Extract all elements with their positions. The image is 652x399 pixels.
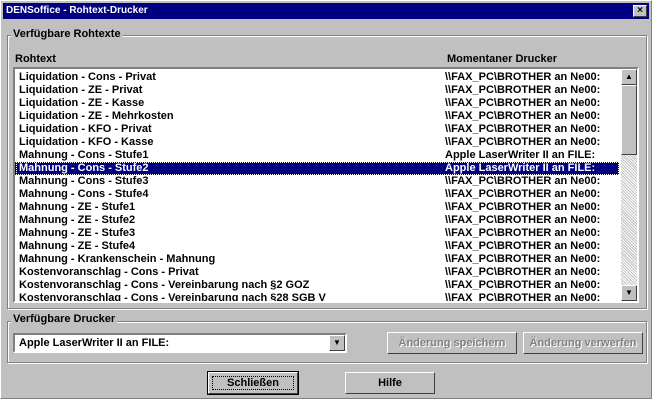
close-icon[interactable]: × xyxy=(633,5,647,17)
printer-cell: \\FAX_PC\BROTHER an Ne00: xyxy=(445,214,601,226)
list-item[interactable]: Mahnung - ZE - Stufe4 \\FAX_PC\BROTHER an… xyxy=(15,240,619,253)
printer-cell: \\FAX_PC\BROTHER an Ne00: xyxy=(445,84,601,96)
window-title: DENSoffice - Rohtext-Drucker xyxy=(6,5,148,16)
list-item[interactable]: Mahnung - Krankenschein - Mahnung \\FAX_P… xyxy=(15,253,619,266)
printer-cell: \\FAX_PC\BROTHER an Ne00: xyxy=(445,110,601,122)
printer-cell: \\FAX_PC\BROTHER an Ne00: xyxy=(445,266,601,278)
rohtext-cell: Mahnung - ZE - Stufe4 xyxy=(19,240,136,252)
rohtext-cell: Liquidation - KFO - Kasse xyxy=(19,136,154,148)
printer-cell: \\FAX_PC\BROTHER an Ne00: xyxy=(445,279,601,291)
rohtext-cell: Liquidation - ZE - Kasse xyxy=(19,97,145,109)
save-changes-button[interactable]: Änderung speichern xyxy=(387,332,517,354)
rohtext-cell: Mahnung - ZE - Stufe3 xyxy=(19,227,136,239)
scroll-up-icon[interactable]: ▲ xyxy=(621,69,637,85)
list-item[interactable]: Mahnung - ZE - Stufe3 \\FAX_PC\BROTHER an… xyxy=(15,227,619,240)
list-item[interactable]: Mahnung - Cons - Stufe1 Apple LaserWriter… xyxy=(15,149,619,162)
drucker-group-title: Verfügbare Drucker xyxy=(11,313,118,325)
column-header-drucker: Momentaner Drucker xyxy=(447,53,558,65)
printer-cell: \\FAX_PC\BROTHER an Ne00: xyxy=(445,97,601,109)
list-item[interactable]: Mahnung - ZE - Stufe2 \\FAX_PC\BROTHER an… xyxy=(15,214,619,227)
list-item[interactable]: Mahnung - Cons - Stufe4 \\FAX_PC\BROTHER … xyxy=(15,188,619,201)
vertical-scrollbar[interactable]: ▲ ▼ xyxy=(621,69,637,301)
rohtexte-group-title: Verfügbare Rohtexte xyxy=(11,28,123,40)
rohtext-cell: Liquidation - ZE - Mehrkosten xyxy=(19,110,174,122)
list-item[interactable]: Liquidation - KFO - Privat \\FAX_PC\BROTH… xyxy=(15,123,619,136)
rohtext-cell: Kostenvoranschlag - Cons - Vereinbarung … xyxy=(19,279,310,291)
printer-select[interactable]: Apple LaserWriter II an FILE: ▼ xyxy=(13,333,347,353)
list-item[interactable]: Kostenvoranschlag - Cons - Vereinbarung … xyxy=(15,279,619,292)
rohtext-cell: Mahnung - Krankenschein - Mahnung xyxy=(19,253,216,265)
chevron-down-icon[interactable]: ▼ xyxy=(329,335,345,351)
rohtext-cell: Mahnung - ZE - Stufe2 xyxy=(19,214,136,226)
rohtext-cell: Kostenvoranschlag - Cons - Privat xyxy=(19,266,199,278)
scroll-thumb[interactable] xyxy=(621,85,637,155)
printer-cell: \\FAX_PC\BROTHER an Ne00: xyxy=(445,136,601,148)
printer-cell: Apple LaserWriter II an FILE: xyxy=(445,162,596,174)
list-item[interactable]: Liquidation - Cons - Privat \\FAX_PC\BROT… xyxy=(15,71,619,84)
rohtext-cell: Mahnung - ZE - Stufe1 xyxy=(19,201,136,213)
rohtext-cell: Mahnung - Cons - Stufe3 xyxy=(19,175,149,187)
printer-select-value: Apple LaserWriter II an FILE: xyxy=(19,337,170,349)
rohtext-cell: Liquidation - Cons - Privat xyxy=(19,71,156,83)
rohtext-cell: Mahnung - Cons - Stufe2 xyxy=(19,162,149,174)
rohtext-cell: Liquidation - ZE - Privat xyxy=(19,84,143,96)
list-item[interactable]: Mahnung - Cons - Stufe2 Apple LaserWriter… xyxy=(15,162,619,175)
list-item[interactable]: Kostenvoranschlag - Cons - Vereinbarung … xyxy=(15,292,619,303)
printer-cell: Apple LaserWriter II an FILE: xyxy=(445,149,596,161)
rohtext-cell: Mahnung - Cons - Stufe4 xyxy=(19,188,149,200)
discard-changes-button[interactable]: Änderung verwerfen xyxy=(523,332,643,354)
printer-cell: \\FAX_PC\BROTHER an Ne00: xyxy=(445,240,601,252)
close-button[interactable]: Schließen xyxy=(207,371,299,395)
rohtext-list[interactable]: Liquidation - Cons - Privat \\FAX_PC\BROT… xyxy=(13,67,639,303)
help-button[interactable]: Hilfe xyxy=(345,372,435,394)
title-bar[interactable]: DENSoffice - Rohtext-Drucker × xyxy=(3,3,649,19)
printer-cell: \\FAX_PC\BROTHER an Ne00: xyxy=(445,253,601,265)
rohtext-cell: Kostenvoranschlag - Cons - Vereinbarung … xyxy=(19,292,326,303)
printer-cell: \\FAX_PC\BROTHER an Ne00: xyxy=(445,123,601,135)
list-item[interactable]: Mahnung - Cons - Stufe3 \\FAX_PC\BROTHER … xyxy=(15,175,619,188)
scroll-down-icon[interactable]: ▼ xyxy=(621,285,637,301)
list-item[interactable]: Mahnung - ZE - Stufe1 \\FAX_PC\BROTHER an… xyxy=(15,201,619,214)
list-item[interactable]: Liquidation - ZE - Privat \\FAX_PC\BROTHE… xyxy=(15,84,619,97)
printer-cell: \\FAX_PC\BROTHER an Ne00: xyxy=(445,227,601,239)
printer-cell: \\FAX_PC\BROTHER an Ne00: xyxy=(445,71,601,83)
rohtext-cell: Liquidation - KFO - Privat xyxy=(19,123,152,135)
list-item[interactable]: Liquidation - ZE - Mehrkosten \\FAX_PC\BR… xyxy=(15,110,619,123)
printer-cell: \\FAX_PC\BROTHER an Ne00: xyxy=(445,201,601,213)
list-item[interactable]: Liquidation - KFO - Kasse \\FAX_PC\BROTHE… xyxy=(15,136,619,149)
rohtext-cell: Mahnung - Cons - Stufe1 xyxy=(19,149,149,161)
column-header-rohtext: Rohtext xyxy=(15,53,56,65)
printer-cell: \\FAX_PC\BROTHER an Ne00: xyxy=(445,292,601,303)
printer-cell: \\FAX_PC\BROTHER an Ne00: xyxy=(445,175,601,187)
list-item[interactable]: Liquidation - ZE - Kasse \\FAX_PC\BROTHER… xyxy=(15,97,619,110)
list-item[interactable]: Kostenvoranschlag - Cons - Privat \\FAX_P… xyxy=(15,266,619,279)
printer-cell: \\FAX_PC\BROTHER an Ne00: xyxy=(445,188,601,200)
close-button-label: Schließen xyxy=(227,377,279,389)
dialog-window: DENSoffice - Rohtext-Drucker × Verfügbar… xyxy=(0,0,652,399)
